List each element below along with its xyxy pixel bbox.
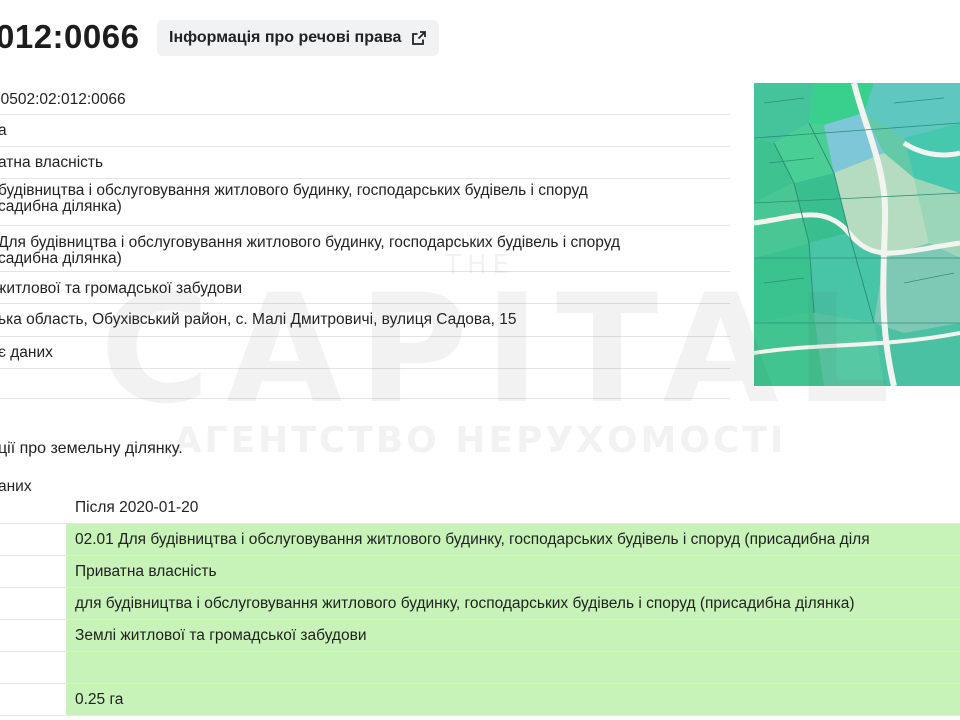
- history-cell: 02.01 Для будівництва і обслуговування ж…: [66, 524, 960, 555]
- info-value: 30502:02:012:0066: [0, 91, 126, 108]
- info-row-land-category: житлової та громадської забудови: [0, 272, 730, 304]
- history-row-ownership: Приватна власність: [0, 556, 960, 588]
- info-value: Для будівництва і обслуговування житлово…: [0, 234, 621, 251]
- history-row-purpose-code: 02.01 Для будівництва і обслуговування ж…: [0, 524, 960, 556]
- watermark-line-3: АГЕНТСТВО НЕРУХОМОСТІ: [173, 420, 787, 461]
- cadastral-map-thumbnail[interactable]: [754, 83, 960, 386]
- info-row-purpose-code: Для будівництва і обслуговування житлово…: [0, 226, 730, 272]
- info-row-no-data: є даних: [0, 337, 730, 369]
- history-cell: [66, 652, 960, 683]
- parcel-info-notice: ції про земельну ділянку.: [0, 440, 183, 457]
- history-cell: 0.25 га: [66, 684, 960, 715]
- info-row-ownership: атна власність: [0, 147, 730, 179]
- info-row-cadastral-number: 30502:02:012:0066: [0, 83, 730, 115]
- property-rights-info-button[interactable]: Інформація про речові права: [157, 20, 440, 56]
- history-row-date: Після 2020-01-20: [0, 492, 960, 524]
- history-cell: Землі житлової та громадської забудови: [66, 620, 960, 651]
- history-cell: Після 2020-01-20: [75, 499, 199, 516]
- external-link-icon: [412, 31, 427, 45]
- cadastral-number-title: 012:0066: [0, 18, 140, 55]
- info-value: житлової та громадської забудови: [0, 280, 243, 297]
- property-rights-button-label: Інформація про речові права: [169, 29, 402, 46]
- history-cell: для будівництва і обслуговування житлово…: [66, 588, 960, 619]
- history-row-purpose: для будівництва і обслуговування житлово…: [0, 588, 960, 620]
- info-value: будівництва і обслуговування житлового б…: [0, 182, 588, 199]
- info-value: ька область, Обухівський район, с. Малі …: [0, 311, 517, 328]
- parcel-info-list: 30502:02:012:0066 а атна власність будів…: [0, 83, 730, 399]
- history-table: Після 2020-01-20 02.01 Для будівництва і…: [0, 492, 960, 716]
- info-value: а: [0, 122, 7, 139]
- history-row-area: 0.25 га: [0, 684, 960, 716]
- info-row-area: а: [0, 115, 730, 147]
- info-row-empty: [0, 369, 730, 399]
- info-row-address: ька область, Обухівський район, с. Малі …: [0, 304, 730, 337]
- info-value-continued: садибна ділянка): [0, 198, 122, 215]
- history-row-land-category: Землі житлової та громадської забудови: [0, 620, 960, 652]
- info-value-continued: садибна ділянка): [0, 250, 122, 267]
- map-image: [754, 83, 960, 386]
- info-value: є даних: [0, 344, 53, 361]
- history-cell: Приватна власність: [66, 556, 960, 587]
- page-header: 012:0066 Інформація про речові права: [0, 14, 960, 62]
- info-value: атна власність: [0, 154, 104, 171]
- info-row-purpose: будівництва і обслуговування житлового б…: [0, 179, 730, 226]
- history-row-empty: [0, 652, 960, 684]
